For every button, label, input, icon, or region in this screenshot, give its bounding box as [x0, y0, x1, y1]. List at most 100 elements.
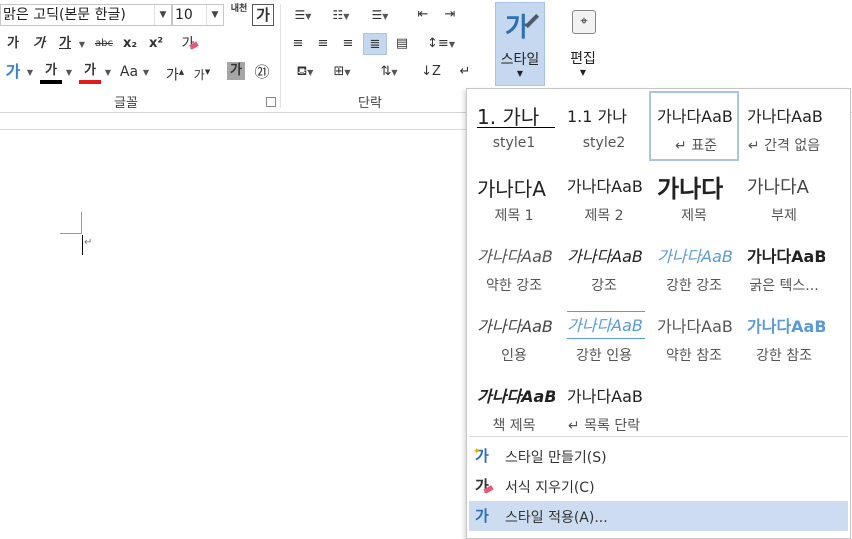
char-shading-button[interactable]: 가: [227, 62, 245, 80]
style-name: ↵ 목록 단락: [567, 418, 641, 434]
line-spacing-button[interactable]: ↕≡▼: [424, 33, 458, 55]
underline-button[interactable]: 가: [55, 33, 75, 55]
borders-button[interactable]: ⊞▼: [326, 61, 358, 83]
change-case-button[interactable]: Aa: [118, 61, 140, 83]
char-border-button[interactable]: 가: [252, 4, 274, 26]
text-effect-button[interactable]: 가: [3, 61, 23, 83]
menu-divider: [469, 436, 848, 437]
style-preview: 가나다AaB: [747, 317, 825, 336]
style-name: 부제: [771, 208, 797, 224]
highlight-dropdown[interactable]: ▼: [64, 61, 74, 83]
clear-formatting-menu-item[interactable]: 가 서식 지우기(C): [469, 471, 848, 501]
italic-label: 가: [33, 36, 45, 51]
style-preview: 가나다AaB: [477, 387, 555, 406]
chevron-down-icon: ▼: [305, 12, 312, 21]
bullets-button[interactable]: ☰▼: [288, 4, 318, 26]
show-marks-button[interactable]: ↵: [455, 61, 475, 83]
change-case-label: Aa: [119, 64, 139, 80]
sort-button[interactable]: ↓Z: [420, 61, 442, 83]
font-size-combo[interactable]: 10 ▼: [172, 4, 224, 26]
style-tile-style2[interactable]: 1.1 가나 style2: [559, 91, 649, 161]
font-dialog-launcher-icon[interactable]: [266, 97, 276, 107]
text-direction-icon: ⇅: [380, 64, 392, 79]
style-tile-intense-quote[interactable]: 가나다AaB 강한 인용: [559, 301, 649, 371]
style-tile-subtle-emphasis[interactable]: 가나다AaB 약한 강조: [469, 231, 559, 301]
grow-font-label: 가: [165, 67, 179, 84]
shading-button[interactable]: ⛾▼: [288, 61, 322, 83]
multilevel-list-button[interactable]: ☰▼: [364, 4, 396, 26]
editing-button[interactable]: ⌖ 편집 ▼: [558, 2, 608, 86]
style-name: 강한 참조: [756, 348, 812, 364]
chevron-down-icon: ▼: [343, 12, 350, 21]
style-tile-list-paragraph[interactable]: 가나다AaB ↵ 목록 단락: [559, 371, 649, 441]
style-tile-subtitle[interactable]: 가나다A 부제: [739, 161, 829, 231]
apply-styles-label: 스타일 적용(A)...: [505, 510, 608, 526]
font-color-dropdown[interactable]: ▼: [103, 61, 113, 83]
justify-icon: ≣: [369, 37, 381, 52]
style-gallery: 1. 가나 style1 1.1 가나 style2 가나다AaB ↵ 표준 가…: [466, 88, 851, 539]
style-name: ↵ 표준: [675, 138, 717, 154]
style-tile-intense-emphasis[interactable]: 가나다AaB 강한 강조: [649, 231, 739, 301]
styles-button[interactable]: 가 스타일 ▼: [495, 2, 545, 86]
style-tile-intense-reference[interactable]: 가나다AaB 강한 참조: [739, 301, 829, 371]
style-tile-subtle-reference[interactable]: 가나다AaB 약한 참조: [649, 301, 739, 371]
superscript-button[interactable]: x²: [146, 33, 166, 55]
increase-indent-button[interactable]: ⇥: [440, 4, 460, 26]
style-tile-normal[interactable]: 가나다AaB ↵ 표준: [649, 91, 739, 161]
enclose-chars-label: ㉑: [254, 63, 270, 81]
create-style-menu-item[interactable]: 가 ✦ 스타일 만들기(S): [469, 441, 848, 471]
font-name-combo[interactable]: 맑은 고딕(본문 한글) ▼: [0, 4, 172, 26]
shrink-font-button[interactable]: 가▼: [192, 61, 212, 83]
align-right-button[interactable]: ≡: [338, 33, 358, 55]
highlight-button[interactable]: 가: [40, 60, 62, 84]
style-tile-heading2[interactable]: 가나다AaB 제목 2: [559, 161, 649, 231]
numbering-button[interactable]: ☷▼: [326, 4, 356, 26]
style-tile-title[interactable]: 가나다 제목: [649, 161, 739, 231]
decrease-indent-button[interactable]: ⇤: [413, 4, 433, 26]
font-name-value: 맑은 고딕(본문 한글): [3, 7, 126, 23]
style-preview: 가나다AaB: [657, 247, 733, 266]
distributed-button[interactable]: ▤: [391, 33, 413, 55]
style-preview: 가나다AaB: [747, 247, 825, 266]
text-boundary-corner-vertical: [81, 212, 82, 234]
change-case-dropdown[interactable]: ▼: [141, 61, 151, 83]
style-name: 강한 강조: [666, 278, 722, 294]
text-direction-button[interactable]: ⇅▼: [372, 61, 406, 83]
enclose-chars-button[interactable]: ㉑: [252, 61, 272, 83]
strikethrough-button[interactable]: abc: [92, 33, 116, 55]
chevron-down-icon[interactable]: ▼: [206, 5, 223, 25]
style-tile-quote[interactable]: 가나다AaB 인용: [469, 301, 559, 371]
highlight-color-bar: [40, 80, 62, 84]
style-tile-heading1[interactable]: 가나다A 제목 1: [469, 161, 559, 231]
subscript-button[interactable]: x₂: [120, 33, 140, 55]
style-preview: 가나다AaB: [567, 177, 643, 196]
italic-button[interactable]: 가: [30, 33, 48, 55]
style-tile-strong[interactable]: 가나다AaB 굵은 텍스...: [739, 231, 829, 301]
clear-formatting-button[interactable]: 가: [178, 33, 202, 55]
bold-button[interactable]: 가: [4, 33, 22, 55]
style-preview: 가나다AaB: [657, 317, 733, 336]
font-group-label: 글꼴: [114, 96, 138, 111]
apply-styles-menu-item[interactable]: 가 스타일 적용(A)...: [469, 501, 848, 531]
text-cursor: [82, 235, 83, 255]
style-tile-book-title[interactable]: 가나다AaB 책 제목: [469, 371, 559, 441]
create-style-icon: 가 ✦: [473, 447, 489, 465]
style-name: ↵ 간격 없음: [747, 138, 821, 154]
text-effect-dropdown[interactable]: ▼: [25, 61, 35, 83]
align-center-button[interactable]: ≡: [313, 33, 333, 55]
underline-dropdown[interactable]: ▼: [77, 33, 87, 55]
chevron-down-icon: ▼: [448, 40, 455, 49]
font-color-button[interactable]: 가: [79, 60, 101, 84]
style-tile-style1[interactable]: 1. 가나 style1: [469, 91, 559, 161]
indent-icon: ⇥: [444, 7, 456, 22]
phonetic-guide-button[interactable]: 내천: [228, 4, 250, 26]
subscript-label: x₂: [122, 36, 138, 51]
style-name: 제목: [681, 208, 707, 224]
grow-font-button[interactable]: 가▲: [165, 61, 185, 84]
style-tile-no-spacing[interactable]: 가나다AaB ↵ 간격 없음: [739, 91, 829, 161]
chevron-down-icon[interactable]: ▼: [154, 5, 171, 25]
justify-button[interactable]: ≣: [363, 33, 387, 55]
style-tile-emphasis[interactable]: 가나다AaB 강조: [559, 231, 649, 301]
align-left-button[interactable]: ≡: [288, 33, 308, 55]
chevron-down-icon: ▼: [382, 12, 389, 21]
